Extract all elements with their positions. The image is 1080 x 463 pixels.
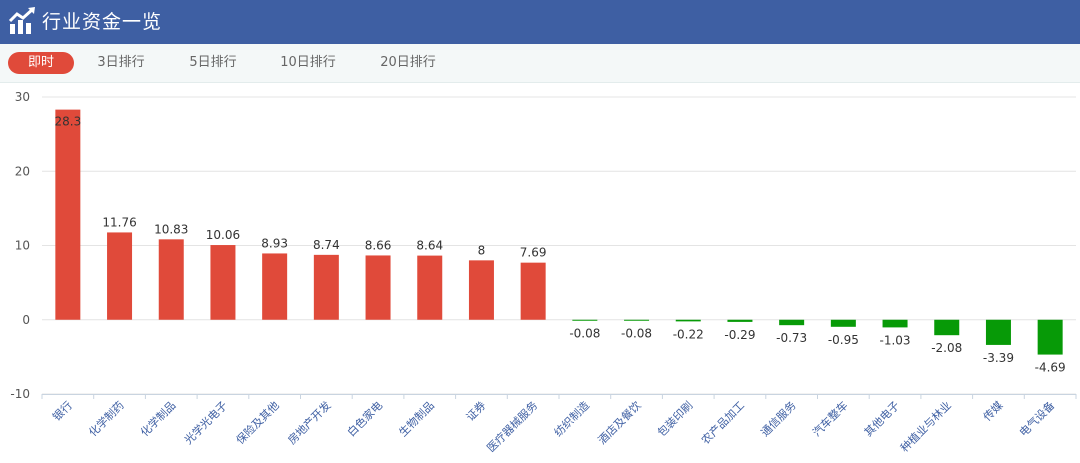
category-label: 酒店及餐饮 xyxy=(595,398,644,447)
bar xyxy=(624,319,650,321)
value-label: 8.74 xyxy=(313,238,340,252)
bar xyxy=(985,319,1011,345)
category-label: 纺织制造 xyxy=(551,398,592,439)
category-label: 传媒 xyxy=(981,399,1006,424)
value-label: 10.06 xyxy=(206,228,240,242)
value-label: 10.83 xyxy=(154,222,188,236)
value-label: 8 xyxy=(478,243,486,257)
category-label: 化学制品 xyxy=(137,398,178,439)
value-label: -0.95 xyxy=(828,333,859,347)
value-label: -0.08 xyxy=(569,326,600,340)
bar xyxy=(262,253,288,320)
tab-5day[interactable]: 5日排行 xyxy=(178,52,248,74)
value-label: -0.73 xyxy=(776,331,807,345)
bar xyxy=(675,319,701,322)
bar xyxy=(365,255,391,320)
bar xyxy=(520,262,546,320)
bar xyxy=(55,109,81,320)
category-label: 汽车整车 xyxy=(809,398,850,439)
value-label: -3.39 xyxy=(983,351,1014,365)
value-label: 8.64 xyxy=(416,239,443,253)
category-label: 光学光电子 xyxy=(181,398,230,447)
category-label: 证券 xyxy=(463,398,488,423)
category-label: 保险及其他 xyxy=(233,398,282,447)
category-label: 包装印刷 xyxy=(655,399,695,439)
value-label: -4.69 xyxy=(1035,361,1066,375)
bar xyxy=(882,319,908,328)
category-label: 生物制品 xyxy=(396,398,437,439)
bar xyxy=(779,319,805,326)
value-label: 8.66 xyxy=(365,238,392,252)
y-tick-label: 0 xyxy=(22,313,30,327)
page-title: 行业资金一览 xyxy=(42,11,163,33)
category-label: 房地产开发 xyxy=(285,398,334,447)
tab-10day[interactable]: 10日排行 xyxy=(270,52,346,74)
value-label: 8.93 xyxy=(261,236,288,250)
bar xyxy=(107,232,133,320)
category-label: 化学制药 xyxy=(86,398,127,439)
value-label: -0.08 xyxy=(621,326,652,340)
y-tick-label: -10 xyxy=(10,387,30,401)
category-label: 通信服务 xyxy=(758,399,798,439)
category-label: 农产品加工 xyxy=(698,398,747,447)
bar xyxy=(830,319,856,327)
header-bar: 行业资金一览 xyxy=(0,0,1080,44)
tab-bar: 即时 3日排行 5日排行 10日排行 20日排行 xyxy=(0,44,1080,83)
category-label: 电气设备 xyxy=(1016,398,1057,439)
value-label: 28.3 xyxy=(54,115,81,129)
y-tick-label: 30 xyxy=(15,90,30,104)
category-label: 白色家电 xyxy=(344,398,385,439)
category-label: 银行 xyxy=(50,398,75,423)
bar xyxy=(934,319,960,336)
bar xyxy=(417,255,443,320)
category-label: 医疗器械服务 xyxy=(484,398,541,455)
bar xyxy=(468,260,494,320)
value-label: 7.69 xyxy=(520,246,547,260)
y-tick-label: 10 xyxy=(15,239,30,253)
bar xyxy=(210,245,236,320)
bar xyxy=(1037,319,1063,355)
bar-chart: -10 0 10 20 30 28.3 银行 11.76 化学制药 10.83 化学制品 10.06 光… xyxy=(10,90,1077,455)
category-label: 种植业与林业 xyxy=(897,398,954,455)
bar xyxy=(158,239,184,320)
value-label: -2.08 xyxy=(931,341,962,355)
trend-chart-icon xyxy=(8,7,35,34)
y-tick-label: 20 xyxy=(15,164,30,178)
tab-20day[interactable]: 20日排行 xyxy=(370,52,446,74)
tab-3day[interactable]: 3日排行 xyxy=(88,52,154,74)
bar xyxy=(727,319,753,322)
category-label: 其他电子 xyxy=(862,399,902,439)
value-label: 11.76 xyxy=(102,215,136,229)
bar xyxy=(572,319,598,321)
tab-realtime[interactable]: 即时 xyxy=(8,52,74,74)
value-label: -0.22 xyxy=(673,327,704,341)
value-label: -1.03 xyxy=(880,333,911,347)
bar xyxy=(313,254,339,320)
value-label: -0.29 xyxy=(724,328,755,342)
